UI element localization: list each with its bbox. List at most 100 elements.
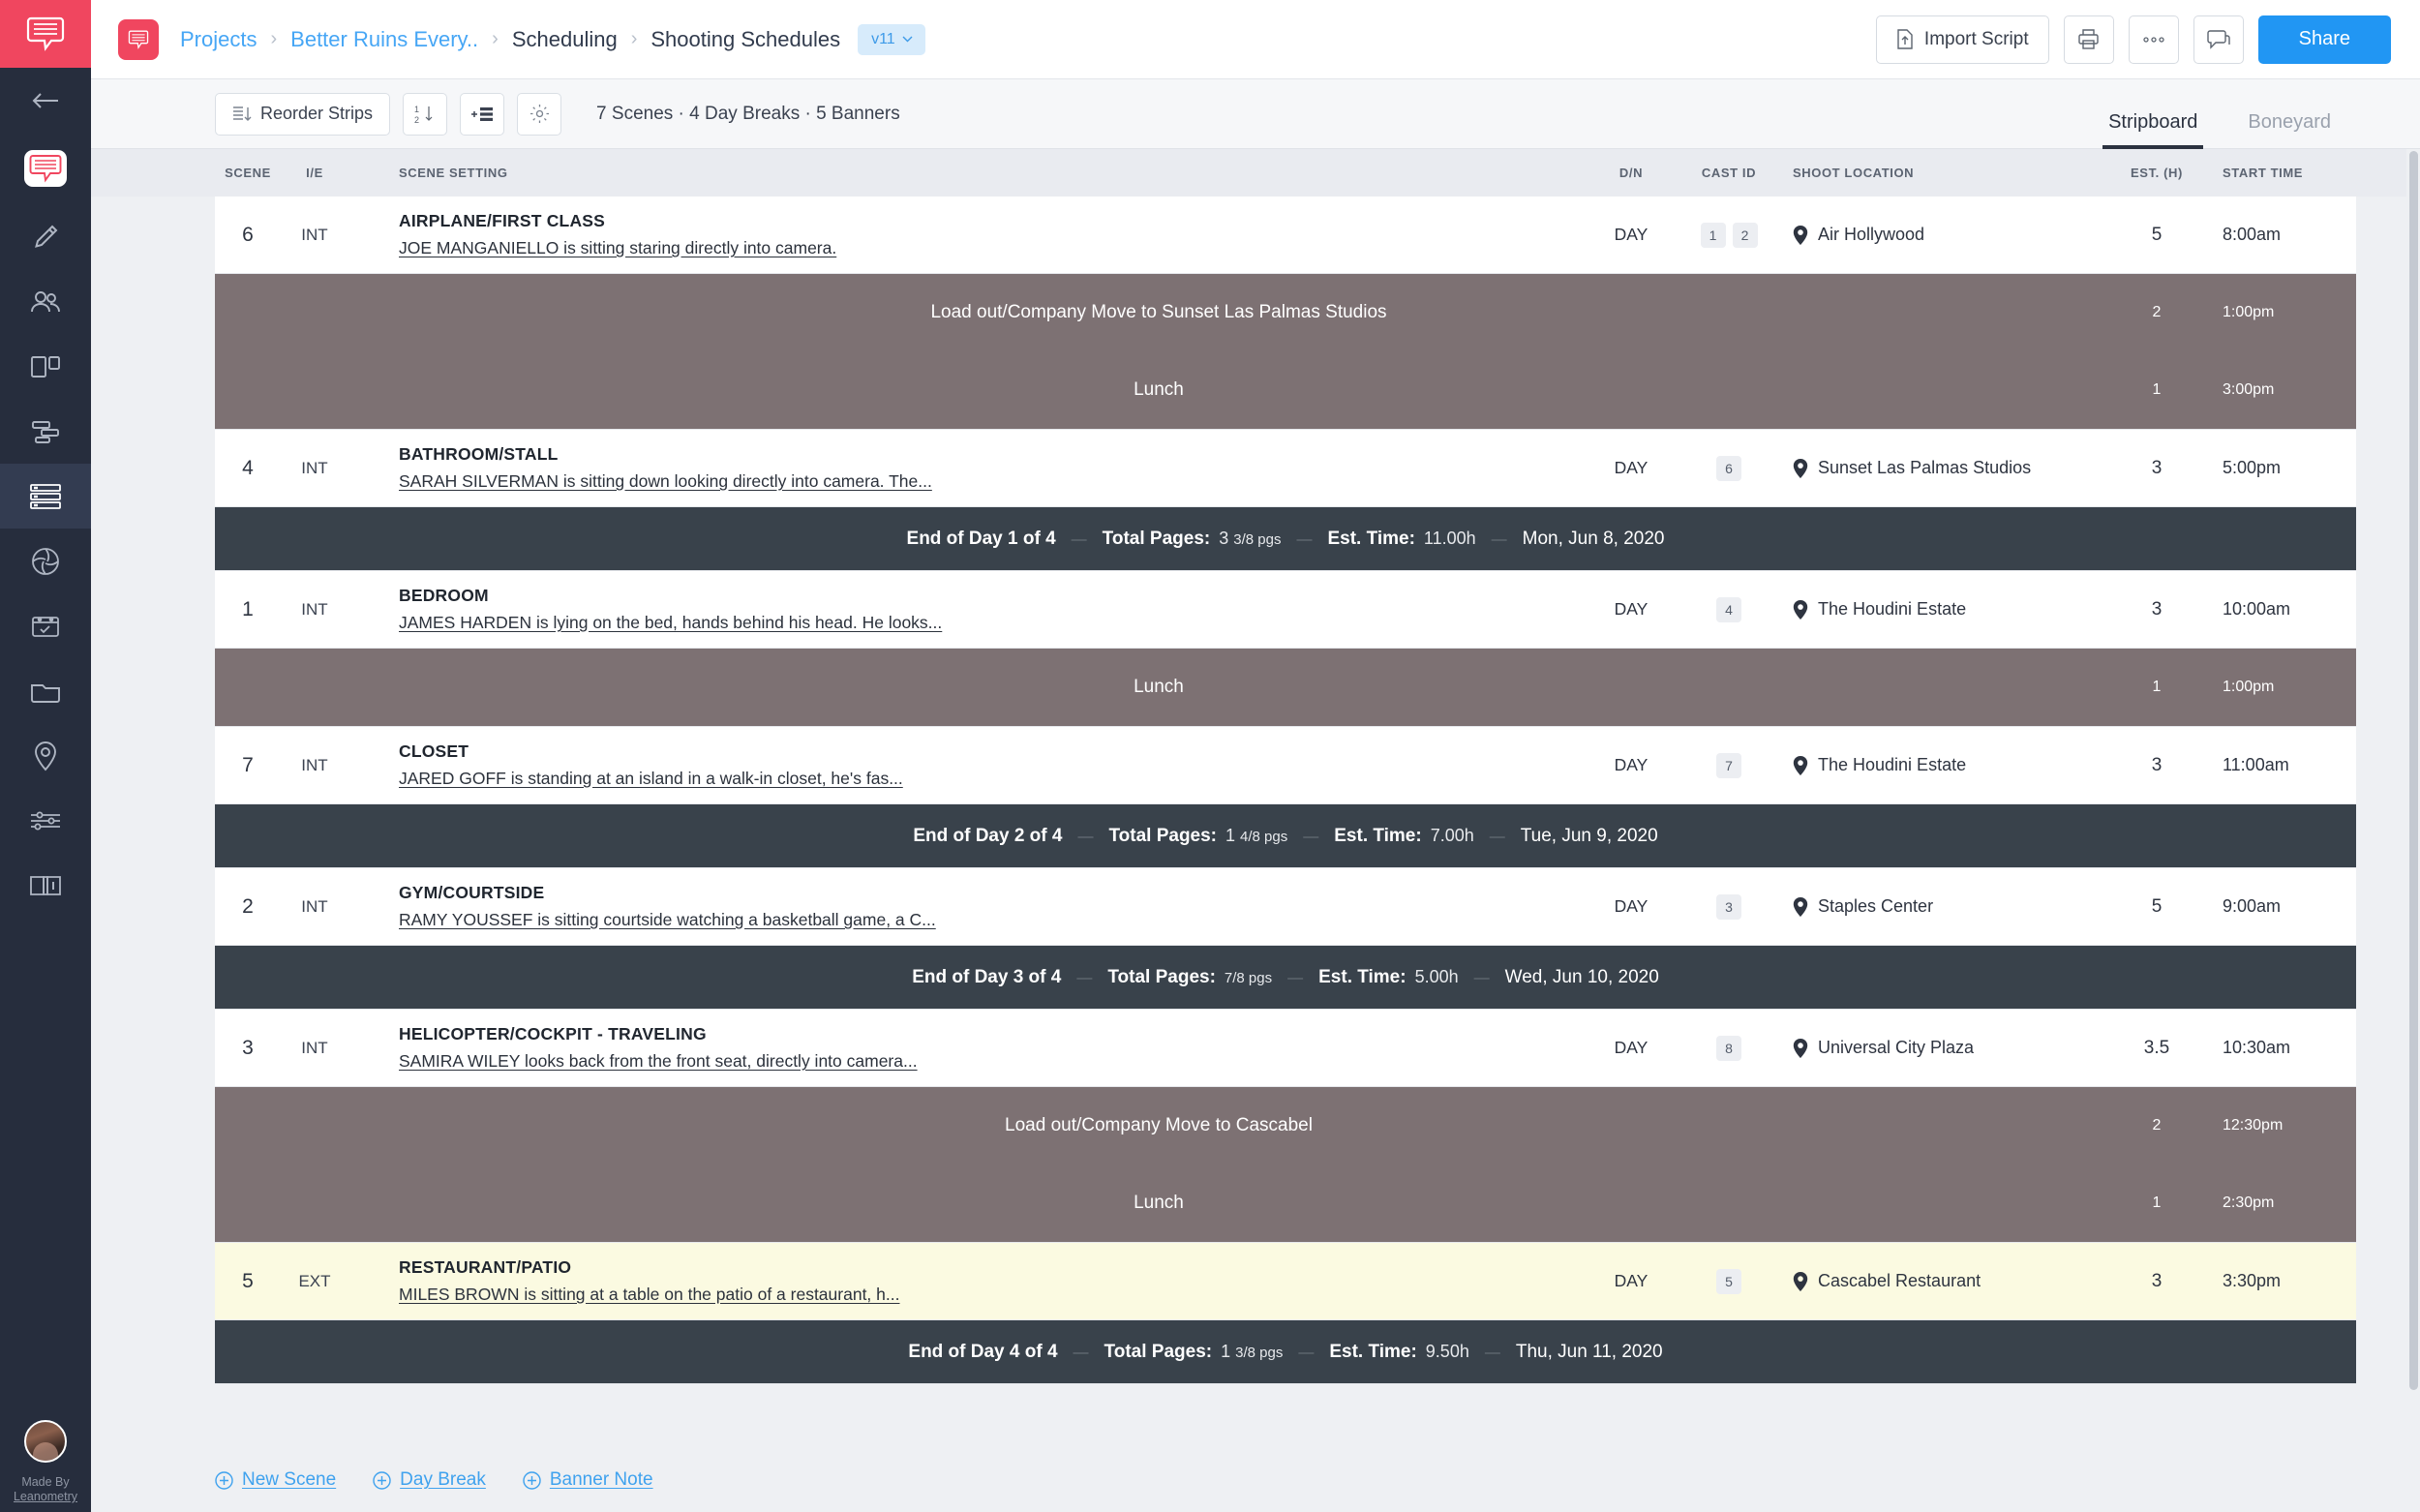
cast-chip: 5 xyxy=(1716,1268,1741,1294)
scene-start-time: 10:00am xyxy=(2223,599,2291,619)
rail-icon-list xyxy=(0,68,91,918)
table-row[interactable]: 5 EXT RESTAURANT/PATIO MILES BROWN is sitti… xyxy=(215,1243,2356,1320)
banner-group: Load out/Company Move to Sunset Las Palm… xyxy=(215,274,2356,430)
sidebar-item-stripboard[interactable] xyxy=(0,464,91,529)
sidebar-item-schedule[interactable] xyxy=(0,399,91,464)
sidebar-item-shotlist[interactable] xyxy=(0,529,91,593)
scene-description[interactable]: SAMIRA WILEY looks back from the front s… xyxy=(399,1051,1588,1072)
table-row[interactable]: 1 INT BEDROOM JAMES HARDEN is lying on the … xyxy=(215,571,2356,649)
scrollbar-thumb[interactable] xyxy=(2409,151,2418,1390)
scene-daynight: DAY xyxy=(1614,755,1649,774)
location-pin-icon xyxy=(1793,1271,1808,1291)
scene-est-hours: 5 xyxy=(2151,224,2163,245)
est-time-value: 11.00h xyxy=(1423,528,1476,548)
scene-description[interactable]: RAMY YOUSSEF is sitting courtside watchi… xyxy=(399,910,1588,930)
breadcrumb-project[interactable]: Better Ruins Every.. xyxy=(290,27,478,52)
tab-boneyard[interactable]: Boneyard xyxy=(2223,111,2356,149)
scene-description[interactable]: SARAH SILVERMAN is sitting down looking … xyxy=(399,471,1588,492)
version-label: v11 xyxy=(871,30,895,47)
table-row[interactable]: 7 INT CLOSET JARED GOFF is standing at an i… xyxy=(215,727,2356,804)
scene-location: Universal City Plaza xyxy=(1783,1038,2102,1058)
app-root: Made By Leanometry Projects › Better Rui… xyxy=(0,0,2420,1512)
scene-description[interactable]: MILES BROWN is sitting at a table on the… xyxy=(399,1285,1588,1305)
more-options-button[interactable] xyxy=(2128,15,2179,64)
day-break-row[interactable]: End of Day 4 of 4 — Total Pages: 1 3/8 pgs —… xyxy=(215,1320,2356,1384)
est-time-label: Est. Time: xyxy=(1329,1341,1417,1362)
sidebar-item-files[interactable] xyxy=(0,658,91,723)
stripboard-icon xyxy=(29,483,62,510)
footer-action-label: Banner Note xyxy=(549,1469,653,1490)
table-row[interactable]: 2 INT GYM/COURTSIDE RAMY YOUSSEF is sitting… xyxy=(215,868,2356,946)
scene-description[interactable]: JARED GOFF is standing at an island in a… xyxy=(399,769,1588,789)
table-row[interactable]: 4 INT BATHROOM/STALL SARAH SILVERMAN is sit… xyxy=(215,430,2356,507)
gantt-icon xyxy=(29,419,62,444)
footer-action-banner-note[interactable]: Banner Note xyxy=(523,1469,653,1491)
banner-row[interactable]: Lunch 1 3:00pm xyxy=(215,351,2356,429)
day-break-row[interactable]: End of Day 2 of 4 — Total Pages: 1 4/8 pgs —… xyxy=(215,804,2356,868)
sort-button[interactable]: 12 xyxy=(403,92,448,136)
sidebar-item-cast[interactable] xyxy=(0,269,91,334)
banner-text: Lunch xyxy=(1134,379,1184,400)
breadcrumb-projects[interactable]: Projects xyxy=(180,27,257,52)
day-break-date: Tue, Jun 9, 2020 xyxy=(1520,825,1658,846)
table-row[interactable]: 3 INT HELICOPTER/COCKPIT - TRAVELING SAMIRA… xyxy=(215,1010,2356,1087)
scene-est-hours: 3 xyxy=(2151,457,2163,478)
sidebar-item-write[interactable] xyxy=(0,204,91,269)
footer-action-new-scene[interactable]: New Scene xyxy=(215,1469,336,1491)
sidebar-item-help[interactable] xyxy=(0,853,91,918)
tab-stripboard[interactable]: Stripboard xyxy=(2083,111,2223,149)
day-break-row[interactable]: End of Day 1 of 4 — Total Pages: 3 3/8 pgs —… xyxy=(215,507,2356,571)
breadcrumb-scheduling[interactable]: Scheduling xyxy=(512,27,618,52)
cast-chip: 2 xyxy=(1732,222,1758,248)
board-settings-button[interactable] xyxy=(517,92,562,136)
col-dn: D/N xyxy=(1618,166,1644,180)
avatar[interactable] xyxy=(24,1420,67,1463)
scene-location: Cascabel Restaurant xyxy=(1783,1271,2102,1291)
footer-action-day-break[interactable]: Day Break xyxy=(373,1469,486,1491)
sidebar-item-settings[interactable] xyxy=(0,788,91,853)
comments-button[interactable] xyxy=(2193,15,2244,64)
sidebar-item-back[interactable] xyxy=(0,68,91,133)
rail-footer: Made By Leanometry xyxy=(0,1420,91,1504)
scene-setting: BEDROOM JAMES HARDEN is lying on the bed,… xyxy=(348,586,1588,633)
scene-cast-ids: 3 xyxy=(1675,893,1783,920)
breadcrumb-sep-icon: › xyxy=(270,28,278,49)
scene-ie: INT xyxy=(301,225,328,244)
folder-icon xyxy=(30,679,61,704)
day-break-divider: — xyxy=(1073,1344,1089,1361)
scene-est-hours: 3.5 xyxy=(2143,1037,2170,1058)
app-logo[interactable] xyxy=(0,0,91,68)
version-selector[interactable]: v11 xyxy=(858,23,925,55)
est-time-label: Est. Time: xyxy=(1327,528,1415,549)
add-strip-button[interactable] xyxy=(460,92,505,136)
banner-row[interactable]: Load out/Company Move to Cascabel 2 12:30p… xyxy=(215,1087,2356,1164)
banner-text: Lunch xyxy=(1134,1193,1184,1213)
scene-number: 6 xyxy=(242,223,254,246)
day-break-row[interactable]: End of Day 3 of 4 — Total Pages: 7/8 pgs — Es… xyxy=(215,946,2356,1010)
scene-description[interactable]: JAMES HARDEN is lying on the bed, hands … xyxy=(399,613,1588,633)
sidebar-item-locations[interactable] xyxy=(0,723,91,788)
print-button[interactable] xyxy=(2063,15,2114,64)
import-script-button[interactable]: Import Script xyxy=(1875,15,2049,64)
made-by-line2[interactable]: Leanometry xyxy=(14,1490,77,1503)
scene-cast-ids: 7 xyxy=(1675,752,1783,778)
banner-est-hours: 2 xyxy=(2152,1117,2162,1134)
share-button[interactable]: Share xyxy=(2257,15,2391,64)
cast-chip: 6 xyxy=(1716,455,1741,481)
day-break-title: End of Day 1 of 4 xyxy=(906,528,1056,549)
banner-row[interactable]: Lunch 1 1:00pm xyxy=(215,649,2356,726)
reorder-strips-button[interactable]: Reorder Strips xyxy=(215,92,391,136)
day-break-title: End of Day 2 of 4 xyxy=(913,825,1063,846)
banner-row[interactable]: Lunch 1 2:30pm xyxy=(215,1164,2356,1242)
scene-description[interactable]: JOE MANGANIELLO is sitting staring direc… xyxy=(399,238,1588,258)
sidebar-item-callsheets[interactable] xyxy=(0,593,91,658)
sidebar-item-script[interactable] xyxy=(0,133,91,204)
day-break-divider: — xyxy=(1076,969,1093,986)
table-row[interactable]: 6 INT AIRPLANE/FIRST CLASS JOE MANGANIELLO … xyxy=(215,197,2356,274)
sidebar-item-breakdown[interactable] xyxy=(0,334,91,399)
vertical-scrollbar[interactable] xyxy=(2406,149,2420,1448)
banner-row[interactable]: Load out/Company Move to Sunset Las Palm… xyxy=(215,274,2356,351)
main-area: Projects › Better Ruins Every.. › Schedu… xyxy=(91,0,2420,1512)
project-badge-icon[interactable] xyxy=(118,18,159,60)
col-setting: SCENE SETTING xyxy=(399,166,508,180)
